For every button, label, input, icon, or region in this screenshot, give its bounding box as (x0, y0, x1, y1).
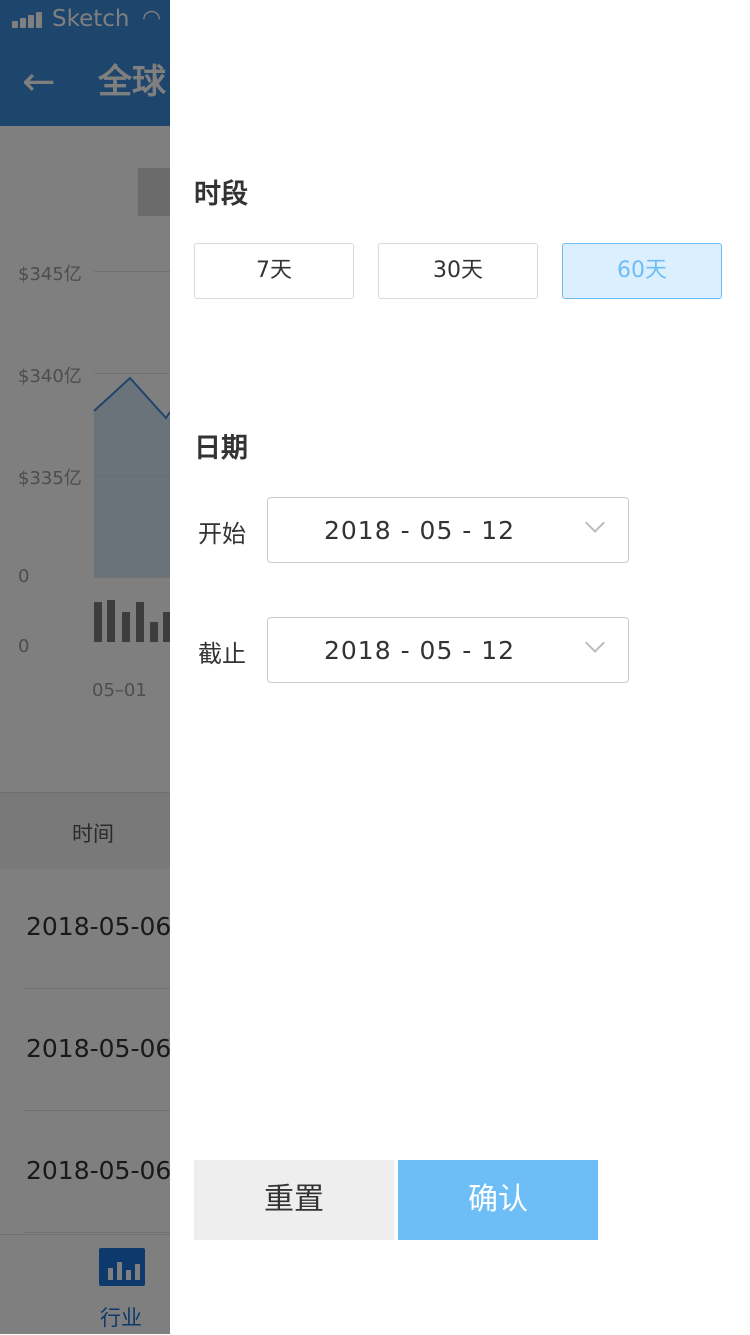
end-date-value: 2018 - 05 - 12 (324, 636, 516, 665)
chevron-down-icon (585, 513, 605, 533)
start-date-select[interactable]: 2018 - 05 - 12 (267, 497, 629, 563)
period-title: 时段 (194, 179, 248, 210)
end-date-select[interactable]: 2018 - 05 - 12 (267, 617, 629, 683)
chevron-down-icon (585, 633, 605, 653)
period-60d-button[interactable]: 60天 (562, 243, 722, 299)
start-date-label: 开始 (198, 520, 246, 548)
date-title: 日期 (194, 433, 248, 464)
end-date-label: 截止 (198, 640, 246, 668)
period-30d-button[interactable]: 30天 (378, 243, 538, 299)
filter-drawer: 时段 7天 30天 60天 日期 开始 2018 - 05 - 12 截止 20… (170, 0, 750, 1334)
start-date-value: 2018 - 05 - 12 (324, 516, 516, 545)
confirm-button[interactable]: 确认 (398, 1160, 598, 1240)
reset-button[interactable]: 重置 (194, 1160, 394, 1240)
period-7d-button[interactable]: 7天 (194, 243, 354, 299)
